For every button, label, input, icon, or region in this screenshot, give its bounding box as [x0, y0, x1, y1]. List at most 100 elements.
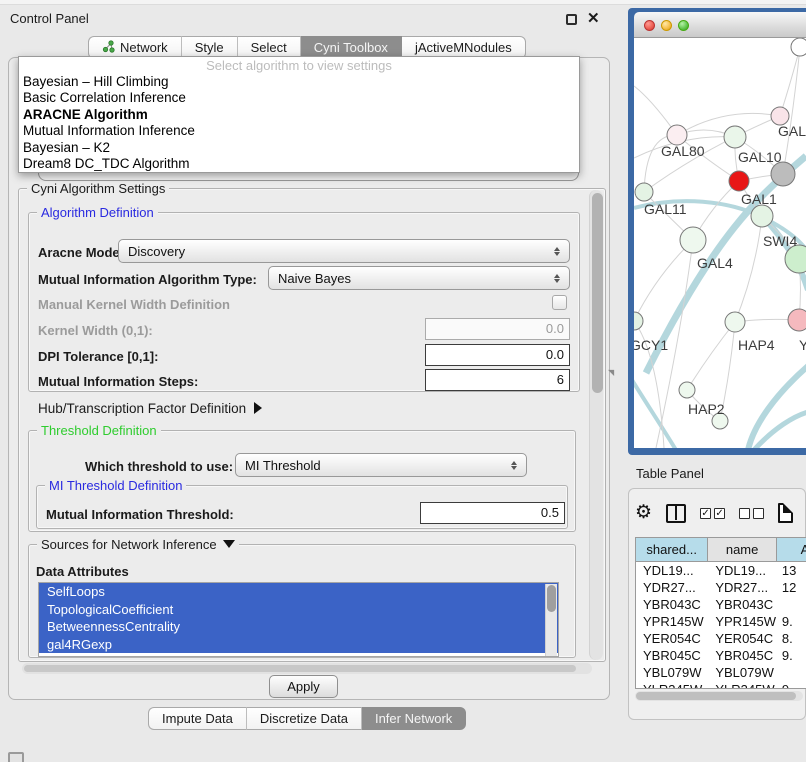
- tab-infer-network[interactable]: Infer Network: [362, 707, 466, 730]
- algorithm-option[interactable]: Bayesian – Hill Climbing: [19, 74, 579, 90]
- aracne-mode-combo[interactable]: Discovery: [118, 239, 570, 263]
- node-swi4[interactable]: [751, 205, 773, 227]
- cell: YER054C: [636, 630, 708, 647]
- kernel-width-field[interactable]: 0.0: [425, 318, 570, 340]
- tab-select-label: Select: [251, 40, 287, 55]
- algorithm-option-selected[interactable]: ARACNE Algorithm: [19, 107, 579, 123]
- mi-threshold-field[interactable]: 0.5: [420, 502, 565, 524]
- split-view-icon[interactable]: [666, 504, 686, 523]
- apply-button[interactable]: Apply: [269, 675, 338, 698]
- mi-type-label: Mutual Information Algorithm Type:: [38, 272, 257, 287]
- table-header: shared... name A: [636, 538, 806, 562]
- cell: 8.: [777, 630, 806, 647]
- cell: YBL079W: [708, 664, 777, 681]
- cell: [777, 664, 806, 681]
- node-hap2[interactable]: [679, 382, 695, 398]
- column-header-partial[interactable]: A: [777, 538, 806, 561]
- node-label: GAL4: [697, 255, 733, 271]
- hub-definition-toggle[interactable]: Hub/Transcription Factor Definition: [38, 401, 262, 416]
- cell: YBR045C: [636, 647, 708, 664]
- node-label: GAL: [778, 123, 806, 139]
- zoom-window-icon[interactable]: [678, 20, 689, 31]
- node-table: shared... name A YDL19...YDL19...13 YDR2…: [635, 537, 806, 689]
- expand-arrow-icon: [254, 402, 262, 414]
- algorithm-option[interactable]: Mutual Information Inference: [19, 123, 579, 139]
- file-icon[interactable]: [778, 503, 793, 523]
- node-hap4[interactable]: [725, 312, 745, 332]
- attributes-scroll-thumb[interactable]: [547, 585, 556, 612]
- mi-type-combo[interactable]: Naive Bayes: [268, 266, 570, 290]
- node-gal80[interactable]: [667, 125, 687, 145]
- network-graph: GAL80 GAL10 GAL1 GAL GAL11 SWI4 GAL4 GCY…: [634, 38, 806, 448]
- node-gal4[interactable]: [680, 227, 706, 253]
- manual-kernel-checkbox[interactable]: [552, 295, 567, 310]
- table-row[interactable]: YBL079WYBL079W: [636, 664, 806, 681]
- float-panel-icon[interactable]: [566, 14, 577, 25]
- table-row[interactable]: YDL19...YDL19...13: [636, 562, 806, 579]
- tab-impute-data[interactable]: Impute Data: [148, 707, 247, 730]
- stepper-icon: [554, 247, 560, 256]
- network-canvas[interactable]: GAL80 GAL10 GAL1 GAL GAL11 SWI4 GAL4 GCY…: [634, 38, 806, 448]
- node-gal1[interactable]: [729, 171, 749, 191]
- settings-scroll-thumb[interactable]: [592, 193, 603, 393]
- node-gal10[interactable]: [724, 126, 746, 148]
- algorithm-option[interactable]: Dream8 DC_TDC Algorithm: [19, 156, 579, 172]
- attribute-item[interactable]: gal4RGexp: [39, 636, 558, 654]
- table-hscroll-thumb[interactable]: [636, 692, 796, 700]
- attributes-scrollbar[interactable]: [545, 584, 557, 657]
- table-row[interactable]: YLR345WYLR345W9.: [636, 681, 806, 689]
- attribute-item[interactable]: TopologicalCoefficient: [39, 601, 558, 619]
- deselect-all-icon[interactable]: [739, 508, 764, 519]
- column-header-name[interactable]: name: [708, 538, 777, 561]
- application-window: Control Panel ✕ Network Style Select: [0, 0, 806, 762]
- cell: YDL19...: [708, 562, 777, 579]
- cell: YBR043C: [708, 596, 777, 613]
- settings-hscroll-thumb[interactable]: [24, 665, 576, 672]
- cell: 9.: [777, 613, 806, 630]
- settings-vertical-scrollbar[interactable]: [589, 190, 603, 660]
- splitter-handle[interactable]: ◥: [608, 368, 614, 377]
- minimize-window-icon[interactable]: [661, 20, 672, 31]
- stepper-icon: [511, 461, 517, 470]
- gear-icon[interactable]: ⚙: [635, 503, 652, 523]
- close-panel-icon[interactable]: ✕: [587, 9, 600, 27]
- table-row[interactable]: YBR043CYBR043C: [636, 596, 806, 613]
- mi-steps-field[interactable]: 6: [425, 369, 570, 391]
- table-panel: ⚙ ✓✓ shared... name A YDL19...YDL19...13…: [628, 488, 806, 720]
- collapse-arrow-icon: [223, 540, 235, 548]
- aracne-mode-label: Aracne Mode:: [38, 245, 124, 260]
- network-window[interactable]: GAL80 GAL10 GAL1 GAL GAL11 SWI4 GAL4 GCY…: [628, 8, 806, 455]
- cell: YBR043C: [636, 596, 708, 613]
- cell: YLR345W: [708, 681, 777, 689]
- attribute-item[interactable]: BetweennessCentrality: [39, 618, 558, 636]
- column-header-shared-name[interactable]: shared...: [636, 538, 708, 561]
- data-attributes-label: Data Attributes: [36, 564, 129, 579]
- select-all-icon[interactable]: ✓✓: [700, 508, 725, 519]
- table-row[interactable]: YBR045CYBR045C9.: [636, 647, 806, 664]
- node-top-partial[interactable]: [791, 38, 806, 56]
- node-gal11[interactable]: [635, 183, 653, 201]
- table-row[interactable]: YPR145WYPR145W9.: [636, 613, 806, 630]
- which-threshold-combo[interactable]: MI Threshold: [235, 453, 527, 477]
- network-window-titlebar[interactable]: [634, 12, 806, 38]
- node-gray[interactable]: [771, 162, 795, 186]
- sources-title-wrap[interactable]: Sources for Network Inference: [37, 537, 239, 552]
- dpi-tolerance-field[interactable]: 0.0: [425, 344, 570, 366]
- cell: 13: [777, 562, 806, 579]
- algorithm-option[interactable]: Basic Correlation Inference: [19, 90, 579, 106]
- node-label: GAL80: [661, 143, 705, 159]
- close-window-icon[interactable]: [644, 20, 655, 31]
- table-horizontal-scrollbar[interactable]: [635, 691, 803, 701]
- minimized-panel-icon[interactable]: [8, 752, 24, 762]
- node-y[interactable]: [788, 309, 806, 331]
- cell: 12: [777, 579, 806, 596]
- table-row[interactable]: YER054CYER054C8.: [636, 630, 806, 647]
- settings-horizontal-scrollbar[interactable]: [22, 663, 592, 674]
- attribute-item[interactable]: SelfLoops: [39, 583, 558, 601]
- tab-network-label: Network: [120, 40, 168, 55]
- table-row[interactable]: YDR27...YDR27...12: [636, 579, 806, 596]
- algorithm-option[interactable]: Bayesian – K2: [19, 140, 579, 156]
- node-gcy1[interactable]: [634, 312, 643, 330]
- tab-discretize-data[interactable]: Discretize Data: [247, 707, 362, 730]
- sources-title: Sources for Network Inference: [41, 537, 217, 552]
